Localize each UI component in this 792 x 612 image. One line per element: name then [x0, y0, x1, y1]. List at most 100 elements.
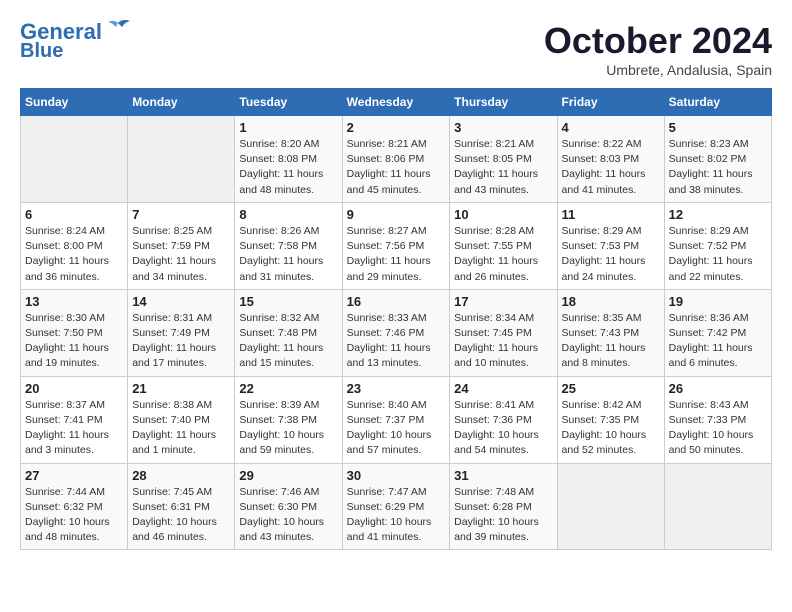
day-of-week-header: Wednesday [342, 89, 450, 116]
calendar-day-cell [664, 463, 771, 550]
calendar-day-cell: 4Sunrise: 8:22 AMSunset: 8:03 PMDaylight… [557, 116, 664, 203]
day-of-week-header: Monday [128, 89, 235, 116]
day-number: 27 [25, 468, 123, 483]
day-info: Sunrise: 7:47 AMSunset: 6:29 PMDaylight:… [347, 485, 446, 546]
day-number: 23 [347, 381, 446, 396]
day-info: Sunrise: 8:35 AMSunset: 7:43 PMDaylight:… [562, 311, 660, 372]
day-number: 13 [25, 294, 123, 309]
day-number: 19 [669, 294, 767, 309]
day-number: 17 [454, 294, 552, 309]
calendar-day-cell: 14Sunrise: 8:31 AMSunset: 7:49 PMDayligh… [128, 289, 235, 376]
day-info: Sunrise: 8:30 AMSunset: 7:50 PMDaylight:… [25, 311, 123, 372]
calendar-day-cell: 28 Sunrise: 7:45 AMSunset: 6:31 PMDayligh… [128, 463, 235, 550]
day-number: 26 [669, 381, 767, 396]
calendar-week-row: 13 Sunrise: 8:30 AMSunset: 7:50 PMDayligh… [21, 289, 772, 376]
calendar-week-row: 20 Sunrise: 8:37 AMSunset: 7:41 PMDayligh… [21, 376, 772, 463]
calendar-header-row: SundayMondayTuesdayWednesdayThursdayFrid… [21, 89, 772, 116]
day-number: 5 [669, 120, 767, 135]
day-number: 16 [347, 294, 446, 309]
calendar-week-row: 1Sunrise: 8:20 AMSunset: 8:08 PMDaylight… [21, 116, 772, 203]
calendar-week-row: 27 Sunrise: 7:44 AMSunset: 6:32 PMDayligh… [21, 463, 772, 550]
calendar-day-cell [128, 116, 235, 203]
calendar-day-cell: 6 Sunrise: 8:24 AMSunset: 8:00 PMDaylight… [21, 202, 128, 289]
logo: General Blue [20, 20, 132, 62]
calendar-day-cell: 30 Sunrise: 7:47 AMSunset: 6:29 PMDayligh… [342, 463, 450, 550]
day-of-week-header: Saturday [664, 89, 771, 116]
day-info: Sunrise: 8:33 AMSunset: 7:46 PMDaylight:… [347, 311, 446, 372]
day-of-week-header: Sunday [21, 89, 128, 116]
day-info: Sunrise: 8:41 AMSunset: 7:36 PMDaylight:… [454, 398, 552, 459]
day-number: 10 [454, 207, 552, 222]
day-number: 7 [132, 207, 230, 222]
day-number: 11 [562, 207, 660, 222]
day-info: Sunrise: 8:39 AMSunset: 7:38 PMDaylight:… [239, 398, 337, 459]
day-number: 15 [239, 294, 337, 309]
calendar-day-cell: 24 Sunrise: 8:41 AMSunset: 7:36 PMDayligh… [450, 376, 557, 463]
day-of-week-header: Tuesday [235, 89, 342, 116]
calendar-day-cell: 18 Sunrise: 8:35 AMSunset: 7:43 PMDayligh… [557, 289, 664, 376]
day-number: 30 [347, 468, 446, 483]
day-info: Sunrise: 8:22 AMSunset: 8:03 PMDaylight:… [562, 137, 660, 198]
day-info: Sunrise: 8:28 AMSunset: 7:55 PMDaylight:… [454, 224, 552, 285]
day-info: Sunrise: 8:29 AMSunset: 7:53 PMDaylight:… [562, 224, 660, 285]
day-info: Sunrise: 8:38 AMSunset: 7:40 PMDaylight:… [132, 398, 230, 459]
day-of-week-header: Friday [557, 89, 664, 116]
logo-blue-text: Blue [20, 40, 63, 62]
calendar-day-cell: 15 Sunrise: 8:32 AMSunset: 7:48 PMDayligh… [235, 289, 342, 376]
calendar-day-cell: 12Sunrise: 8:29 AMSunset: 7:52 PMDayligh… [664, 202, 771, 289]
day-info: Sunrise: 8:32 AMSunset: 7:48 PMDaylight:… [239, 311, 337, 372]
day-number: 6 [25, 207, 123, 222]
calendar-day-cell: 1Sunrise: 8:20 AMSunset: 8:08 PMDaylight… [235, 116, 342, 203]
day-info: Sunrise: 8:24 AMSunset: 8:00 PMDaylight:… [25, 224, 123, 285]
calendar-day-cell [21, 116, 128, 203]
day-number: 31 [454, 468, 552, 483]
calendar-week-row: 6 Sunrise: 8:24 AMSunset: 8:00 PMDaylight… [21, 202, 772, 289]
day-info: Sunrise: 8:26 AMSunset: 7:58 PMDaylight:… [239, 224, 337, 285]
calendar-day-cell: 17 Sunrise: 8:34 AMSunset: 7:45 PMDayligh… [450, 289, 557, 376]
day-number: 25 [562, 381, 660, 396]
day-number: 22 [239, 381, 337, 396]
day-number: 8 [239, 207, 337, 222]
day-number: 12 [669, 207, 767, 222]
month-title: October 2024 [544, 20, 772, 62]
day-of-week-header: Thursday [450, 89, 557, 116]
calendar-day-cell: 21 Sunrise: 8:38 AMSunset: 7:40 PMDayligh… [128, 376, 235, 463]
day-info: Sunrise: 8:37 AMSunset: 7:41 PMDaylight:… [25, 398, 123, 459]
calendar-day-cell: 31 Sunrise: 7:48 AMSunset: 6:28 PMDayligh… [450, 463, 557, 550]
day-number: 14 [132, 294, 230, 309]
bird-icon [104, 19, 132, 41]
title-block: October 2024 Umbrete, Andalusia, Spain [544, 20, 772, 78]
location-subtitle: Umbrete, Andalusia, Spain [544, 62, 772, 78]
calendar-day-cell: 13 Sunrise: 8:30 AMSunset: 7:50 PMDayligh… [21, 289, 128, 376]
day-info: Sunrise: 7:45 AMSunset: 6:31 PMDaylight:… [132, 485, 230, 546]
page-header: General Blue October 2024 Umbrete, Andal… [20, 20, 772, 78]
day-info: Sunrise: 7:46 AMSunset: 6:30 PMDaylight:… [239, 485, 337, 546]
day-info: Sunrise: 8:40 AMSunset: 7:37 PMDaylight:… [347, 398, 446, 459]
calendar-day-cell: 26 Sunrise: 8:43 AMSunset: 7:33 PMDayligh… [664, 376, 771, 463]
day-number: 24 [454, 381, 552, 396]
day-info: Sunrise: 7:44 AMSunset: 6:32 PMDaylight:… [25, 485, 123, 546]
day-number: 18 [562, 294, 660, 309]
day-number: 21 [132, 381, 230, 396]
day-info: Sunrise: 8:21 AMSunset: 8:05 PMDaylight:… [454, 137, 552, 198]
day-number: 2 [347, 120, 446, 135]
calendar-day-cell: 11 Sunrise: 8:29 AMSunset: 7:53 PMDayligh… [557, 202, 664, 289]
day-info: Sunrise: 8:43 AMSunset: 7:33 PMDaylight:… [669, 398, 767, 459]
day-number: 3 [454, 120, 552, 135]
day-info: Sunrise: 8:36 AMSunset: 7:42 PMDaylight:… [669, 311, 767, 372]
day-number: 20 [25, 381, 123, 396]
day-info: Sunrise: 8:27 AMSunset: 7:56 PMDaylight:… [347, 224, 446, 285]
calendar-day-cell: 25Sunrise: 8:42 AMSunset: 7:35 PMDayligh… [557, 376, 664, 463]
day-number: 29 [239, 468, 337, 483]
calendar-table: SundayMondayTuesdayWednesdayThursdayFrid… [20, 88, 772, 550]
calendar-day-cell: 29 Sunrise: 7:46 AMSunset: 6:30 PMDayligh… [235, 463, 342, 550]
day-number: 28 [132, 468, 230, 483]
day-info: Sunrise: 8:20 AMSunset: 8:08 PMDaylight:… [239, 137, 337, 198]
calendar-day-cell: 19 Sunrise: 8:36 AMSunset: 7:42 PMDayligh… [664, 289, 771, 376]
calendar-day-cell: 9Sunrise: 8:27 AMSunset: 7:56 PMDaylight… [342, 202, 450, 289]
day-info: Sunrise: 7:48 AMSunset: 6:28 PMDaylight:… [454, 485, 552, 546]
calendar-day-cell: 2Sunrise: 8:21 AMSunset: 8:06 PMDaylight… [342, 116, 450, 203]
day-info: Sunrise: 8:34 AMSunset: 7:45 PMDaylight:… [454, 311, 552, 372]
calendar-day-cell: 3 Sunrise: 8:21 AMSunset: 8:05 PMDaylight… [450, 116, 557, 203]
calendar-day-cell: 22 Sunrise: 8:39 AMSunset: 7:38 PMDayligh… [235, 376, 342, 463]
